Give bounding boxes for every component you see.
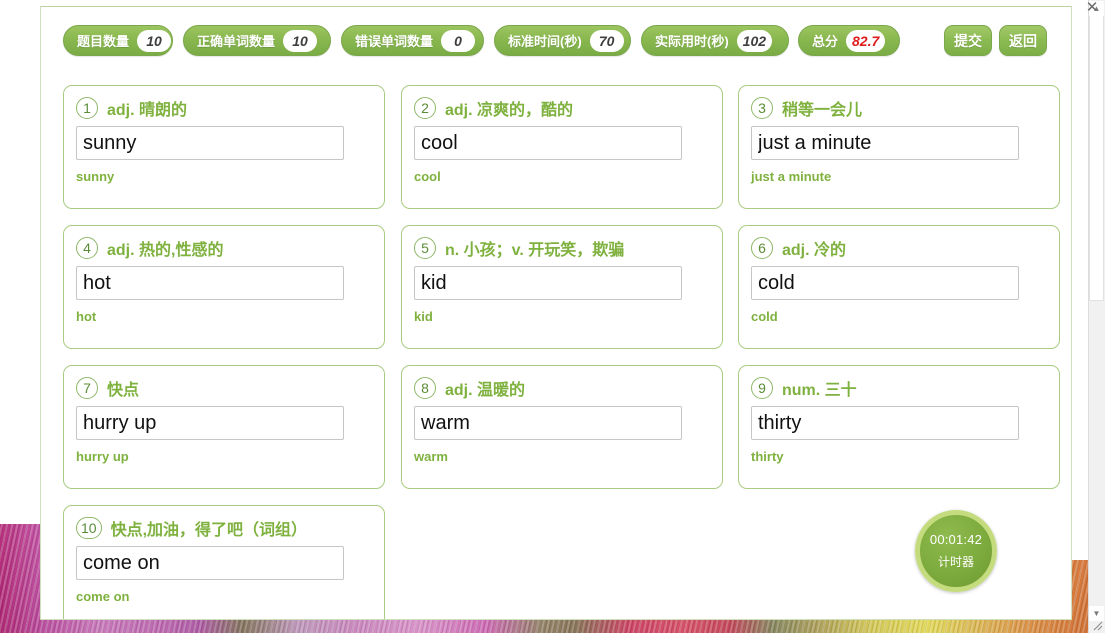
correct-answer: hurry up — [76, 449, 129, 464]
stat-value: 0 — [441, 29, 476, 52]
correct-answer: kid — [414, 309, 433, 324]
answer-input[interactable] — [76, 406, 344, 440]
question-card-1: 1 adj. 晴朗的 sunny — [63, 85, 385, 209]
answer-input[interactable] — [76, 126, 344, 160]
correct-answer: hot — [76, 309, 97, 324]
question-number: 4 — [76, 237, 98, 259]
stat-label: 错误单词数量 — [355, 34, 434, 49]
question-prompt: 快点 — [107, 382, 140, 399]
question-header: 3 稍等一会儿 — [751, 96, 1047, 120]
question-number: 9 — [751, 377, 773, 399]
question-number: 6 — [751, 237, 773, 259]
question-card-2: 2 adj. 凉爽的，酷的 cool — [401, 85, 723, 209]
question-number: 5 — [414, 237, 436, 259]
question-number: 2 — [414, 97, 436, 119]
question-prompt: adj. 温暖的 — [445, 382, 526, 399]
question-number: 1 — [76, 97, 98, 119]
answer-input[interactable] — [76, 546, 344, 580]
correct-answer: warm — [414, 449, 448, 464]
stat-label: 标准时间(秒) — [508, 34, 582, 49]
question-number: 7 — [76, 377, 98, 399]
question-card-4: 4 adj. 热的,性感的 hot — [63, 225, 385, 349]
question-prompt: 快点,加油，得了吧（词组） — [110, 522, 308, 539]
correct-answer: come on — [76, 589, 130, 604]
stat-value: 10 — [283, 29, 318, 52]
question-row: 7 快点 hurry up 8 adj. 温暖的 warm — [63, 365, 1063, 505]
question-header: 9 num. 三十 — [751, 376, 1047, 400]
stat-pill-total-score: 总分 82.7 — [798, 25, 900, 56]
answer-input[interactable] — [751, 406, 1019, 440]
question-header: 1 adj. 晴朗的 — [76, 96, 372, 120]
submit-button[interactable]: 提交 — [944, 25, 992, 56]
question-card-7: 7 快点 hurry up — [63, 365, 385, 489]
stat-pill-actual-time: 实际用时(秒) 102 — [641, 25, 789, 56]
stat-pill-correct-count: 正确单词数量 10 — [183, 25, 331, 56]
timer-value: 00:01:42 — [929, 532, 983, 547]
question-card-9: 9 num. 三十 thirty — [738, 365, 1060, 489]
answer-input[interactable] — [414, 126, 682, 160]
stat-label: 总分 — [812, 34, 839, 49]
panel-left-gutter — [0, 0, 40, 524]
question-number: 10 — [76, 517, 102, 539]
question-header: 7 快点 — [76, 376, 372, 400]
stat-value: 10 — [137, 29, 172, 52]
question-card-10: 10 快点,加油，得了吧（词组） come on — [63, 505, 385, 619]
stat-pill-question-count: 题目数量 10 — [63, 25, 173, 56]
stat-value: 70 — [589, 29, 624, 52]
back-button[interactable]: 返回 — [999, 25, 1047, 56]
question-row: 1 adj. 晴朗的 sunny 2 adj. 凉爽的，酷的 cool — [63, 85, 1063, 225]
question-prompt: adj. 热的,性感的 — [107, 242, 224, 259]
resize-grip-icon[interactable] — [1090, 618, 1103, 631]
question-header: 10 快点,加油，得了吧（词组） — [76, 516, 372, 540]
close-icon[interactable]: ✕ — [1082, 0, 1102, 16]
correct-answer: thirty — [751, 449, 784, 464]
correct-answer: cold — [751, 309, 778, 324]
stat-label: 实际用时(秒) — [655, 34, 729, 49]
stat-value: 102 — [736, 29, 773, 52]
correct-answer: cool — [414, 169, 441, 184]
quiz-panel: 题目数量 10 正确单词数量 10 错误单词数量 0 标准时间(秒) 70 实际… — [40, 6, 1072, 620]
question-prompt: 稍等一会儿 — [782, 102, 863, 119]
question-prompt: num. 三十 — [782, 382, 857, 399]
question-prompt: n. 小孩；v. 开玩笑，欺骗 — [445, 242, 625, 259]
question-number: 3 — [751, 97, 773, 119]
vertical-scrollbar-thumb[interactable] — [1089, 1, 1104, 301]
stat-value: 82.7 — [846, 29, 886, 52]
question-prompt: adj. 晴朗的 — [107, 102, 188, 119]
question-header: 2 adj. 凉爽的，酷的 — [414, 96, 710, 120]
question-card-8: 8 adj. 温暖的 warm — [401, 365, 723, 489]
question-card-3: 3 稍等一会儿 just a minute — [738, 85, 1060, 209]
question-number: 8 — [414, 377, 436, 399]
question-grid: 1 adj. 晴朗的 sunny 2 adj. 凉爽的，酷的 cool — [63, 85, 1063, 619]
results-toolbar: 题目数量 10 正确单词数量 10 错误单词数量 0 标准时间(秒) 70 实际… — [41, 25, 1071, 77]
question-header: 8 adj. 温暖的 — [414, 376, 710, 400]
question-row: 4 adj. 热的,性感的 hot 5 n. 小孩；v. 开玩笑，欺骗 kid — [63, 225, 1063, 365]
stat-pill-standard-time: 标准时间(秒) 70 — [494, 25, 631, 56]
answer-input[interactable] — [76, 266, 344, 300]
question-prompt: adj. 冷的 — [782, 242, 847, 259]
stat-label: 题目数量 — [77, 34, 130, 49]
question-header: 5 n. 小孩；v. 开玩笑，欺骗 — [414, 236, 710, 260]
answer-input[interactable] — [414, 406, 682, 440]
question-row: 10 快点,加油，得了吧（词组） come on — [63, 505, 1063, 619]
page-background: 题目数量 10 正确单词数量 10 错误单词数量 0 标准时间(秒) 70 实际… — [0, 0, 1105, 633]
correct-answer: sunny — [76, 169, 115, 184]
question-card-5: 5 n. 小孩；v. 开玩笑，欺骗 kid — [401, 225, 723, 349]
question-prompt: adj. 凉爽的，酷的 — [445, 102, 574, 119]
answer-input[interactable] — [751, 126, 1019, 160]
countdown-timer: 00:01:42 计时器 — [915, 510, 997, 592]
answer-input[interactable] — [414, 266, 682, 300]
stat-pill-wrong-count: 错误单词数量 0 — [341, 25, 484, 56]
question-header: 6 adj. 冷的 — [751, 236, 1047, 260]
question-header: 4 adj. 热的,性感的 — [76, 236, 372, 260]
stat-label: 正确单词数量 — [197, 34, 276, 49]
question-card-6: 6 adj. 冷的 cold — [738, 225, 1060, 349]
correct-answer: just a minute — [751, 169, 832, 184]
timer-label: 计时器 — [937, 555, 974, 569]
answer-input[interactable] — [751, 266, 1019, 300]
